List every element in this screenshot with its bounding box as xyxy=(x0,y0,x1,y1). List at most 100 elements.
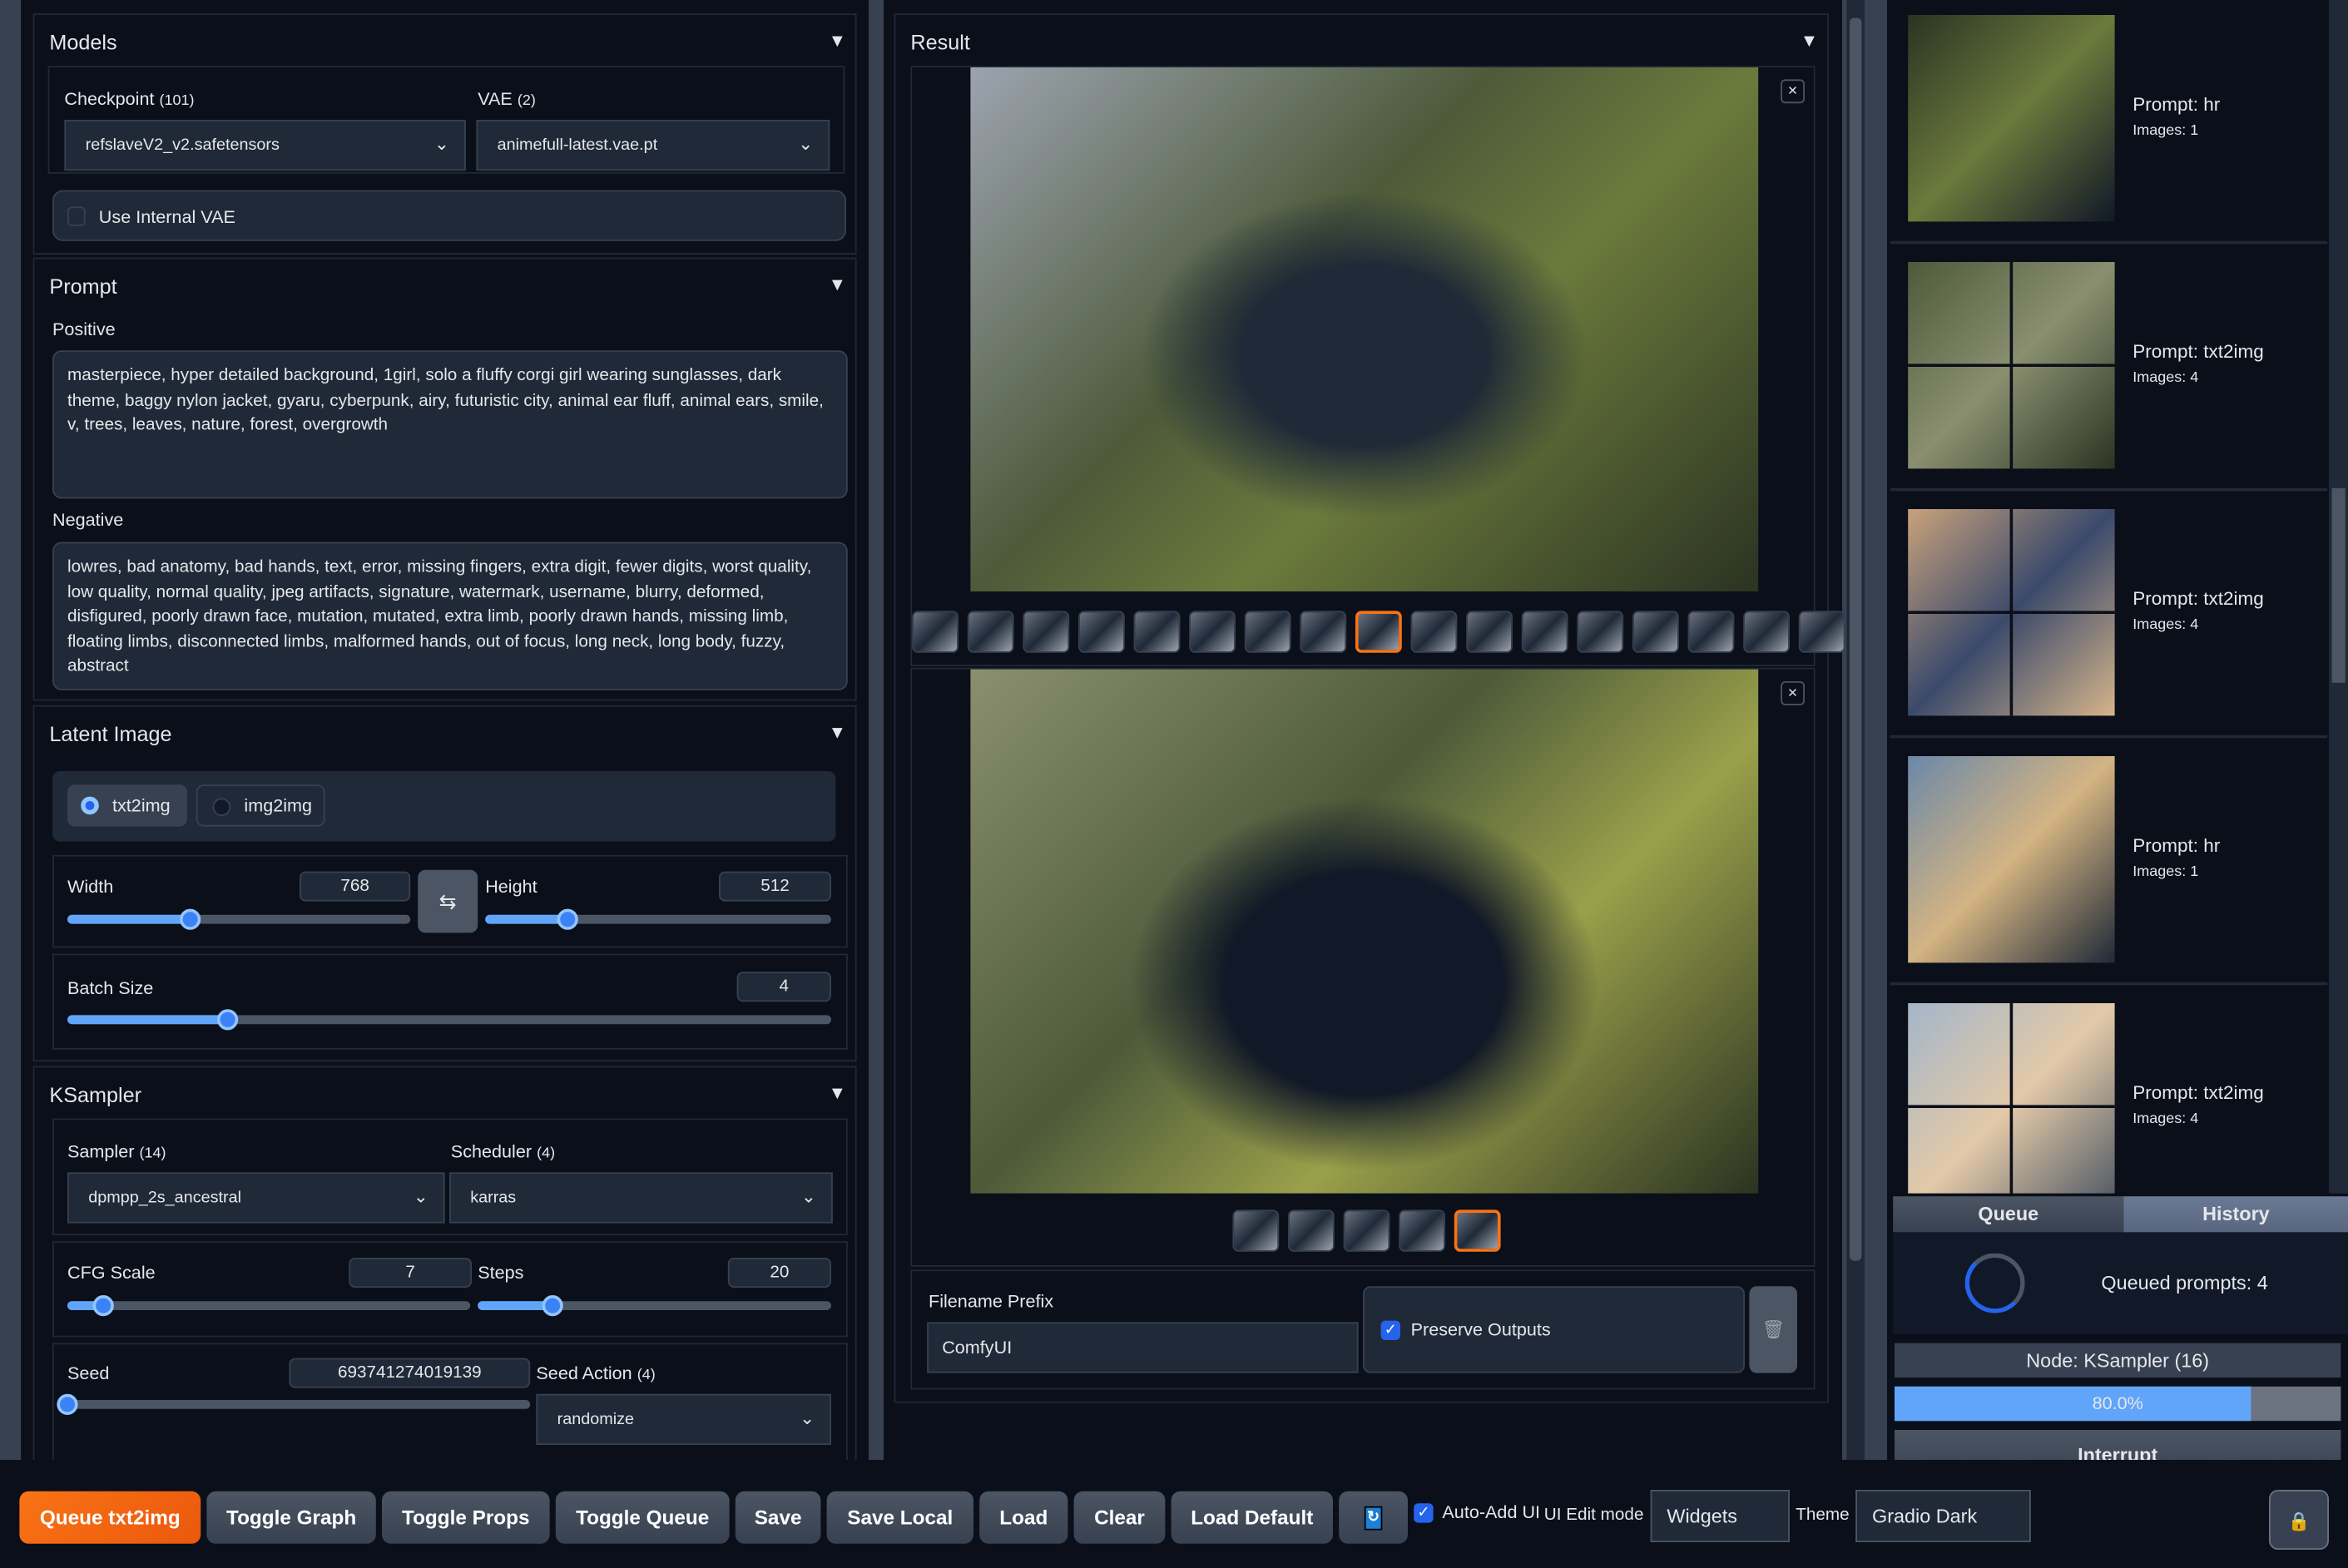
steps-slider[interactable] xyxy=(478,1295,831,1317)
load-default-button[interactable]: Load Default xyxy=(1171,1491,1333,1544)
collapse-triangle-icon[interactable]: ▼ xyxy=(829,274,846,294)
ksampler-title: KSampler xyxy=(49,1082,142,1107)
result-title: Result xyxy=(910,30,970,54)
history-thumbnail[interactable] xyxy=(1908,756,2115,963)
height-input[interactable]: 512 xyxy=(719,871,831,902)
history-images: Images: 4 xyxy=(2133,616,2199,634)
scheduler-select[interactable]: karras ⌄ xyxy=(449,1172,833,1224)
seed-action-select[interactable]: randomize ⌄ xyxy=(536,1393,831,1445)
history-thumbnail[interactable] xyxy=(1908,509,2115,716)
toggle-props-button[interactable]: Toggle Props xyxy=(382,1491,550,1544)
swap-arrows-icon: ⇆ xyxy=(438,889,457,913)
history-thumbnail[interactable] xyxy=(1908,262,2115,469)
cfg-input[interactable]: 7 xyxy=(349,1258,472,1288)
refresh-button[interactable]: ↻ xyxy=(1339,1491,1408,1544)
gallery-thumbnail[interactable] xyxy=(967,611,1014,653)
history-images: Images: 1 xyxy=(2133,122,2199,140)
scrollbar[interactable] xyxy=(1846,0,1865,1460)
clear-button[interactable]: Clear xyxy=(1073,1491,1166,1544)
gallery-thumbnail[interactable] xyxy=(1466,611,1513,653)
latent-image-panel: Latent Image ▼ txt2img img2img Width 768… xyxy=(32,705,857,1062)
checkbox[interactable] xyxy=(67,206,86,226)
ui-edit-mode-select[interactable]: Widgets xyxy=(1650,1490,1790,1542)
gallery-thumbnail[interactable] xyxy=(1521,611,1568,653)
lock-icon[interactable]: 🔒 xyxy=(2269,1490,2329,1550)
history-item[interactable]: Prompt: txt2img Images: 4 xyxy=(1890,247,2328,492)
result-image[interactable] xyxy=(970,669,1759,1194)
save-local-button[interactable]: Save Local xyxy=(826,1491,973,1544)
gallery-thumbnail[interactable] xyxy=(1244,611,1291,653)
history-item[interactable]: Prompt: hr Images: 1 xyxy=(1890,741,2328,986)
history-item[interactable]: Prompt: txt2img Images: 4 xyxy=(1890,494,2328,739)
close-icon[interactable]: × xyxy=(1781,681,1805,705)
seed-input[interactable]: 693741274019139 xyxy=(289,1358,531,1388)
gallery-thumbnail[interactable] xyxy=(1133,611,1181,653)
history-scrollbar[interactable] xyxy=(2329,0,2348,1194)
scrollbar-thumb[interactable] xyxy=(1850,17,1862,1261)
toggle-queue-button[interactable]: Toggle Queue xyxy=(555,1491,730,1544)
collapse-triangle-icon[interactable]: ▼ xyxy=(829,1082,846,1103)
load-button[interactable]: Load xyxy=(979,1491,1068,1544)
radio-checked[interactable] xyxy=(81,796,99,815)
use-internal-vae-toggle[interactable]: Use Internal VAE xyxy=(52,190,846,241)
negative-prompt-textarea[interactable]: lowres, bad anatomy, bad hands, text, er… xyxy=(52,542,848,690)
close-icon[interactable]: × xyxy=(1781,79,1805,104)
batch-input[interactable]: 4 xyxy=(736,972,831,1002)
tab-queue[interactable]: Queue xyxy=(1893,1196,2124,1233)
height-slider[interactable] xyxy=(485,908,831,930)
gallery-thumbnail[interactable] xyxy=(1288,1209,1335,1252)
history-item[interactable]: Prompt: hr Images: 1 xyxy=(1890,0,2328,245)
auto-add-checkbox[interactable]: ✓ xyxy=(1414,1503,1434,1523)
vae-select[interactable]: animefull-latest.vae.pt ⌄ xyxy=(476,120,830,171)
filename-prefix-input[interactable]: ComfyUI xyxy=(927,1322,1359,1373)
collapse-triangle-icon[interactable]: ▼ xyxy=(829,30,846,51)
scrollbar-thumb[interactable] xyxy=(2331,487,2346,683)
gallery-thumbnail[interactable] xyxy=(1798,611,1845,653)
gallery-thumbnail[interactable] xyxy=(1410,611,1458,653)
seed-slider[interactable] xyxy=(57,1393,531,1415)
collapse-triangle-icon[interactable]: ▼ xyxy=(829,722,846,743)
checkbox-checked[interactable]: ✓ xyxy=(1380,1320,1400,1340)
gallery-thumbnail[interactable] xyxy=(1343,1209,1390,1252)
auto-add-label: Auto-Add UI xyxy=(1442,1501,1541,1523)
radio-img2img[interactable]: img2img xyxy=(196,784,325,827)
gallery-thumbnail[interactable] xyxy=(1300,611,1347,653)
batch-label: Batch Size xyxy=(67,977,154,999)
gallery-thumbnail[interactable] xyxy=(1577,611,1624,653)
gallery-thumbnail[interactable] xyxy=(1743,611,1790,653)
batch-slider[interactable] xyxy=(67,1009,831,1031)
gallery-thumbnail[interactable] xyxy=(912,611,959,653)
gallery-thumbnail[interactable] xyxy=(1355,611,1402,653)
gallery-thumbnail[interactable] xyxy=(1189,611,1236,653)
width-slider[interactable] xyxy=(67,908,411,930)
save-button[interactable]: Save xyxy=(735,1491,821,1544)
swap-dimensions-button[interactable]: ⇆ xyxy=(418,869,478,933)
gallery-thumbnail[interactable] xyxy=(1399,1209,1445,1252)
tab-history[interactable]: History xyxy=(2123,1196,2348,1233)
gallery-thumbnail[interactable] xyxy=(1632,611,1679,653)
history-thumbnail[interactable] xyxy=(1908,1003,2115,1210)
queue-prompt-button[interactable]: Queue txt2img xyxy=(19,1491,201,1544)
steps-input[interactable]: 20 xyxy=(727,1258,831,1288)
checkpoint-select[interactable]: refslaveV2_v2.safetensors ⌄ xyxy=(64,120,466,171)
gallery-thumbnail[interactable] xyxy=(1023,611,1070,653)
preserve-outputs-toggle[interactable]: ✓ Preserve Outputs xyxy=(1363,1286,1745,1373)
toggle-graph-button[interactable]: Toggle Graph xyxy=(206,1491,376,1544)
gallery-thumbnail[interactable] xyxy=(1078,611,1125,653)
theme-label: Theme xyxy=(1796,1506,1850,1525)
width-input[interactable]: 768 xyxy=(300,871,411,902)
gallery-thumbnail[interactable] xyxy=(1687,611,1735,653)
sampler-select[interactable]: dpmpp_2s_ancestral ⌄ xyxy=(67,1172,445,1224)
theme-select[interactable]: Gradio Dark xyxy=(1855,1490,2031,1542)
gallery-thumbnail[interactable] xyxy=(1454,1209,1501,1252)
result-image[interactable] xyxy=(970,67,1759,591)
trash-icon[interactable]: 🗑 xyxy=(1749,1286,1797,1373)
radio-unchecked[interactable] xyxy=(212,798,231,816)
prompt-panel: Prompt ▼ Positive masterpiece, hyper det… xyxy=(32,257,857,701)
cfg-slider[interactable] xyxy=(67,1295,471,1317)
gallery-thumbnail[interactable] xyxy=(1232,1209,1280,1252)
collapse-triangle-icon[interactable]: ▼ xyxy=(1801,30,1818,51)
history-thumbnail[interactable] xyxy=(1908,15,2115,222)
radio-txt2img[interactable]: txt2img xyxy=(67,784,187,827)
positive-prompt-textarea[interactable]: masterpiece, hyper detailed background, … xyxy=(52,350,848,499)
